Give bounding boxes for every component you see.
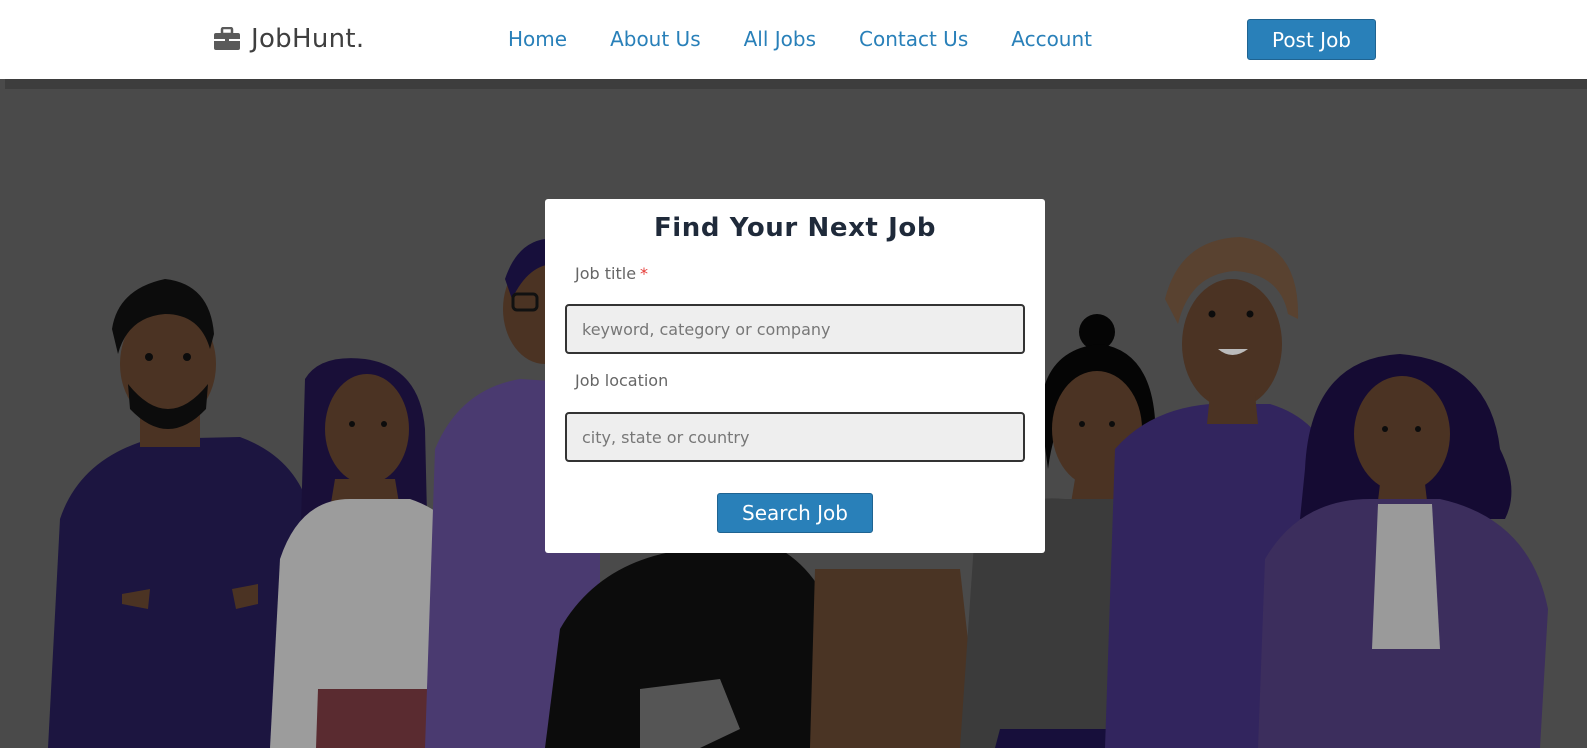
nav-all-jobs-link[interactable]: All Jobs — [744, 24, 816, 54]
job-title-label: Job title * — [575, 264, 648, 283]
search-job-button[interactable]: Search Job — [717, 493, 873, 533]
post-job-button[interactable]: Post Job — [1247, 19, 1376, 60]
nav-contact-link[interactable]: Contact Us — [859, 24, 968, 54]
nav-home-link[interactable]: Home — [508, 24, 567, 54]
navbar-shadow — [5, 79, 1587, 89]
job-title-label-text: Job title — [575, 264, 637, 283]
briefcase-icon — [214, 27, 240, 50]
brand-name: JobHunt. — [251, 24, 365, 54]
job-location-label: Job location — [575, 371, 669, 390]
job-location-input[interactable] — [565, 412, 1025, 462]
nav-account-link[interactable]: Account — [1011, 24, 1092, 54]
navbar: JobHunt. Home About Us All Jobs Contact … — [0, 0, 1587, 79]
brand-logo[interactable]: JobHunt. — [214, 21, 364, 57]
job-search-card: Find Your Next Job Job title* Job locati… — [545, 199, 1045, 553]
nav-links: Home About Us All Jobs Contact Us Accoun… — [508, 24, 1135, 54]
job-title-input[interactable] — [565, 304, 1025, 354]
nav-about-link[interactable]: About Us — [610, 24, 701, 54]
required-marker: * — [640, 264, 649, 283]
search-card-title: Find Your Next Job — [653, 213, 937, 243]
